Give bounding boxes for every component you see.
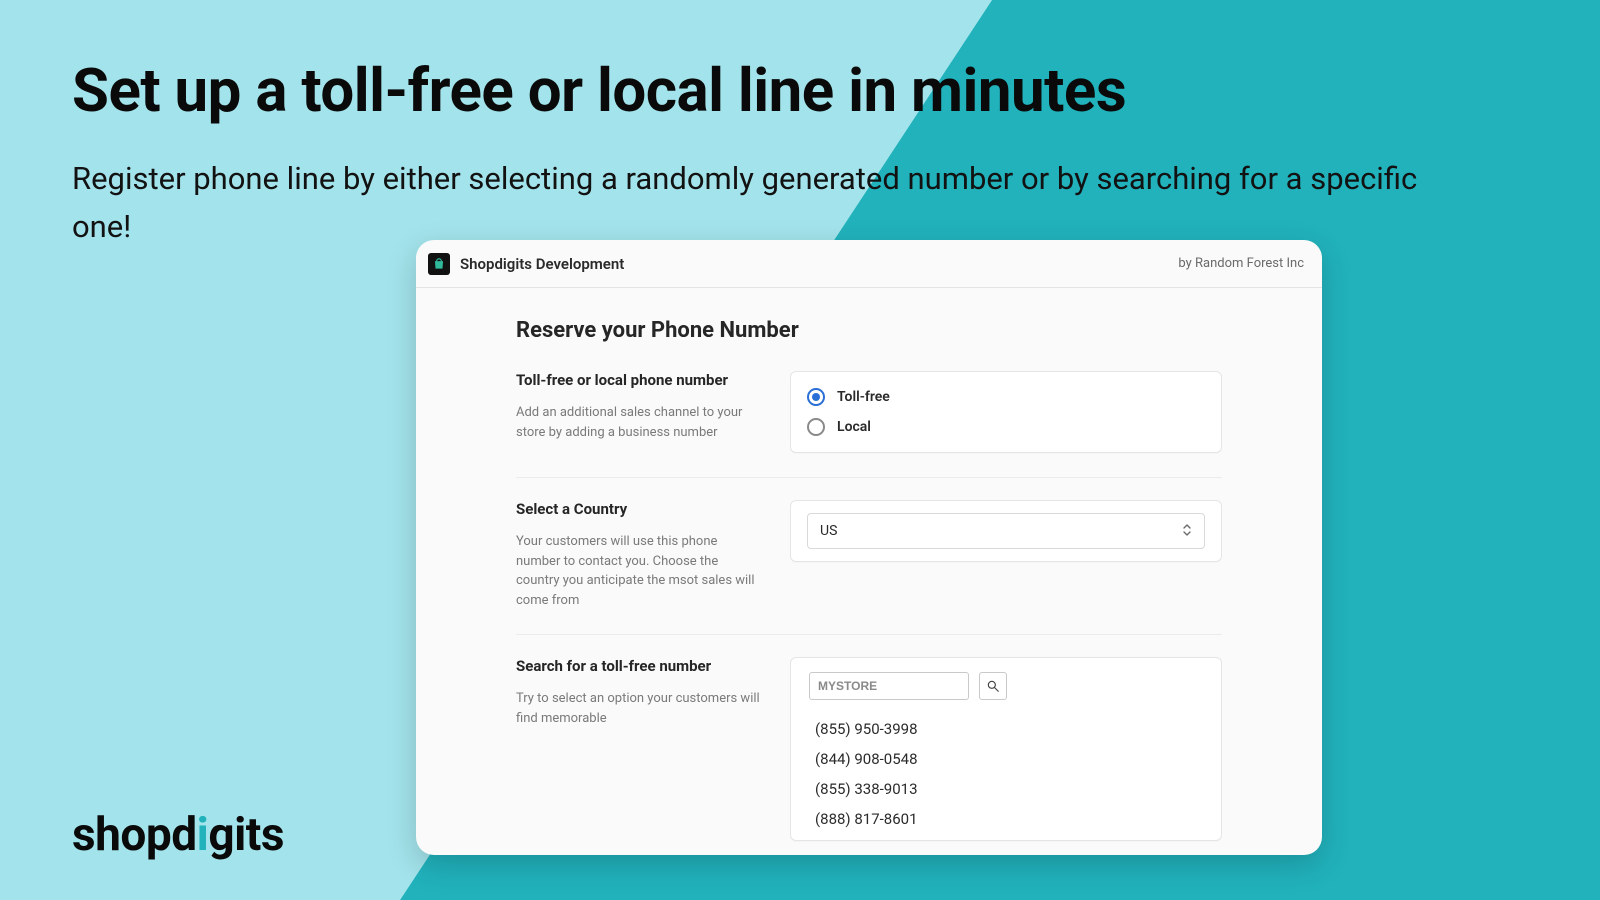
section-country-label: Select a Country	[516, 500, 762, 518]
section-country-desc: Your customers will use this phone numbe…	[516, 532, 762, 610]
app-card: Shopdigits Development by Random Forest …	[416, 240, 1322, 855]
page-subtitle: Register phone line by either selecting …	[72, 155, 1472, 251]
section-type-label: Toll-free or local phone number	[516, 371, 762, 389]
radio-icon	[807, 418, 825, 436]
brand-text-accent: i	[197, 808, 209, 862]
section-number-type: Toll-free or local phone number Add an a…	[516, 371, 1222, 478]
card-header: Shopdigits Development by Random Forest …	[416, 240, 1322, 288]
section-search-label: Search for a toll-free number	[516, 657, 762, 675]
section-country: Select a Country Your customers will use…	[516, 500, 1222, 635]
page-title: Set up a toll-free or local line in minu…	[72, 55, 1126, 126]
radio-icon	[807, 388, 825, 406]
by-line: by Random Forest Inc	[1178, 256, 1304, 271]
card-title: Reserve your Phone Number	[516, 318, 1222, 343]
list-item[interactable]: (844) 908-0548	[815, 744, 1203, 774]
radio-panel: Toll-free Local	[790, 371, 1222, 453]
section-search: Search for a toll-free number Try to sel…	[516, 657, 1222, 855]
select-panel: US	[790, 500, 1222, 562]
brand-text-pre: shopd	[72, 808, 197, 862]
radio-label: Local	[837, 419, 871, 435]
select-value: US	[820, 523, 837, 539]
brand-text-post: gits	[208, 808, 284, 862]
country-select[interactable]: US	[807, 513, 1205, 549]
list-item[interactable]: (855) 338-9013	[815, 774, 1203, 804]
search-panel: (855) 950-3998 (844) 908-0548 (855) 338-…	[790, 657, 1222, 841]
result-list: (855) 950-3998 (844) 908-0548 (855) 338-…	[809, 714, 1203, 834]
radio-local[interactable]: Local	[807, 412, 1205, 442]
search-button[interactable]	[979, 672, 1007, 700]
radio-toll-free[interactable]: Toll-free	[807, 382, 1205, 412]
search-input[interactable]	[809, 672, 969, 700]
search-icon	[986, 679, 1000, 693]
list-item[interactable]: (888) 817-8601	[815, 804, 1203, 834]
section-search-desc: Try to select an option your customers w…	[516, 689, 762, 728]
chevron-up-down-icon	[1182, 523, 1192, 540]
shopping-bag-icon	[428, 253, 450, 275]
brand-logo: shopdigits	[72, 808, 284, 862]
radio-label: Toll-free	[837, 389, 890, 405]
section-type-desc: Add an additional sales channel to your …	[516, 403, 762, 442]
app-title: Shopdigits Development	[460, 255, 624, 273]
list-item[interactable]: (855) 950-3998	[815, 714, 1203, 744]
